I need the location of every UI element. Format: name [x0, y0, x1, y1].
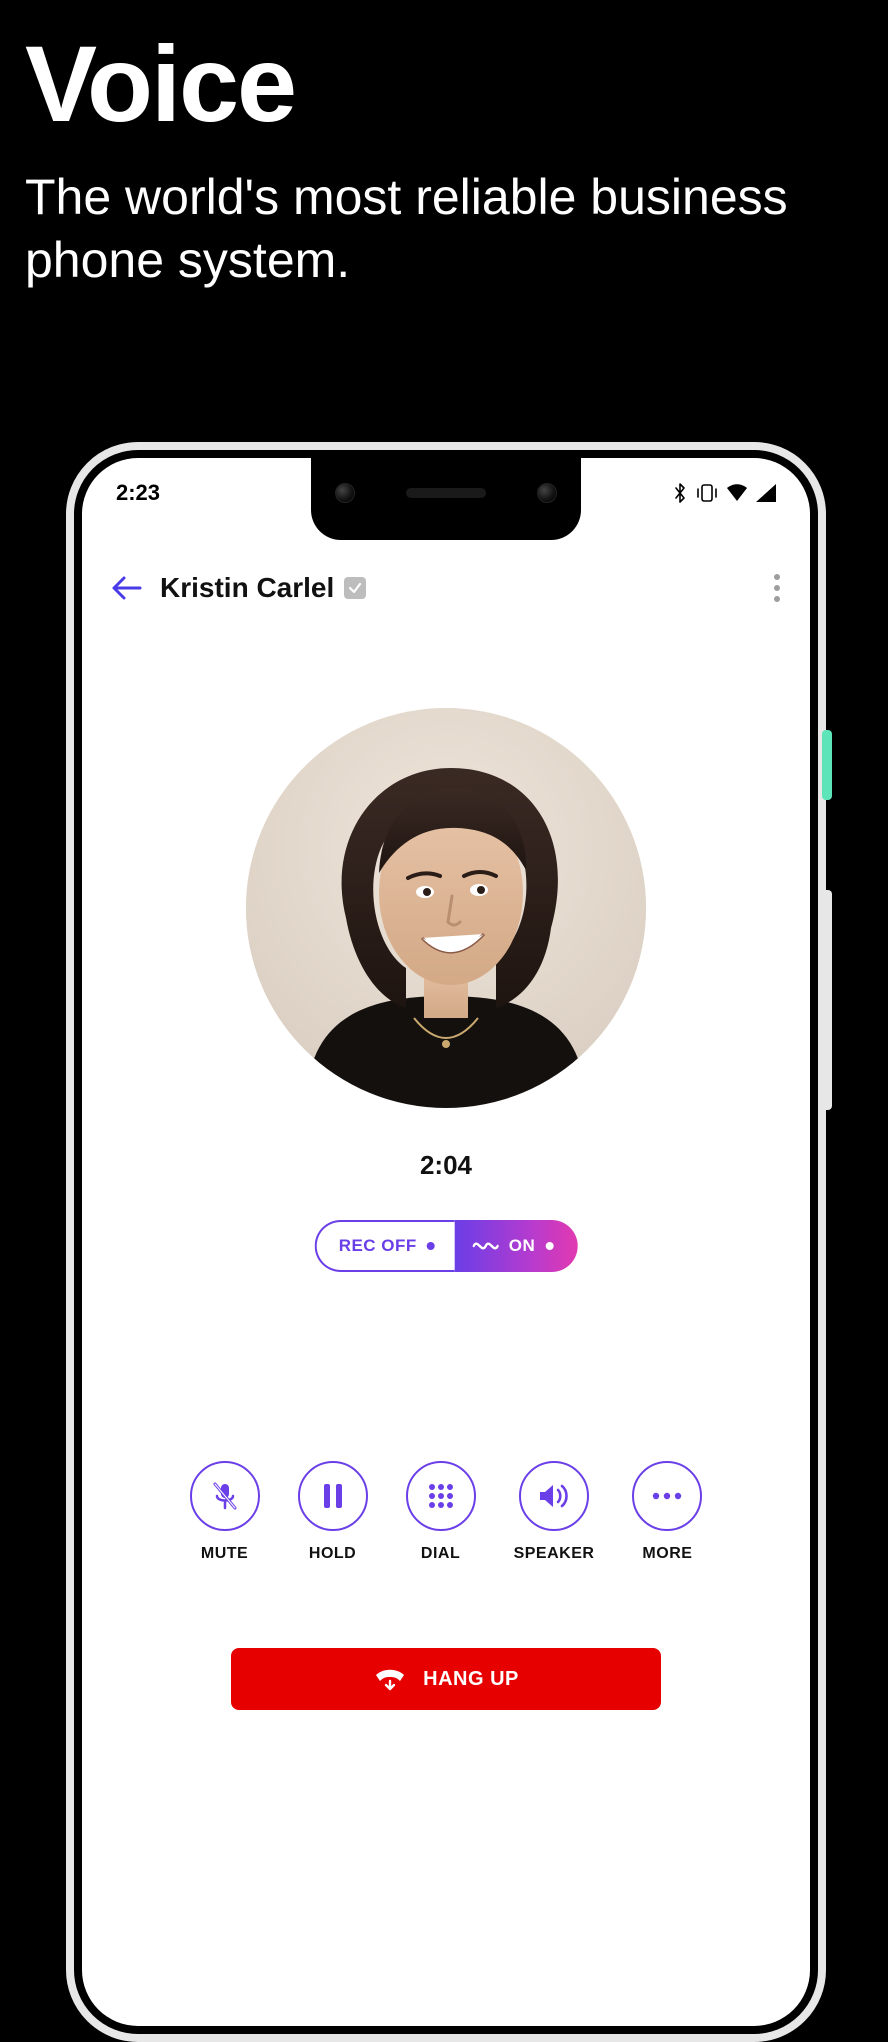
phone-screen: 2:23 — [82, 458, 810, 2026]
speaker-label: SPEAKER — [514, 1545, 595, 1563]
status-time: 2:23 — [116, 480, 160, 505]
promo-title: Voice — [25, 30, 888, 138]
side-volume-button — [822, 890, 832, 1110]
dialpad-icon — [426, 1481, 456, 1511]
mute-icon — [209, 1480, 241, 1512]
vibrate-icon — [696, 483, 718, 503]
on-label: ON — [509, 1236, 536, 1256]
verified-checkbox-icon — [344, 577, 366, 599]
side-accent-button — [822, 730, 832, 800]
phone-frame: 2:23 — [66, 442, 826, 2042]
more-button[interactable]: MORE — [632, 1461, 702, 1563]
rec-off-label: REC OFF — [339, 1236, 417, 1256]
speaker-button[interactable]: SPEAKER — [514, 1461, 595, 1563]
dot-icon — [427, 1242, 435, 1250]
promo-subtitle: The world's most reliable business phone… — [25, 166, 888, 291]
dot-icon — [545, 1242, 553, 1250]
contact-name: Kristin Carlel — [160, 572, 334, 604]
back-button[interactable] — [112, 576, 142, 600]
signal-icon — [756, 484, 776, 502]
vi-on-toggle[interactable]: ON — [455, 1220, 578, 1272]
status-bar: 2:23 — [82, 458, 810, 528]
rec-off-toggle[interactable]: REC OFF — [315, 1220, 455, 1272]
speaker-icon — [537, 1481, 571, 1511]
recording-toggle[interactable]: REC OFF ON — [315, 1220, 578, 1272]
more-horizontal-icon — [651, 1491, 683, 1501]
hangup-label: HANG UP — [423, 1668, 519, 1691]
call-header: Kristin Carlel — [82, 558, 810, 618]
overflow-menu-button[interactable] — [774, 574, 780, 602]
call-actions: MUTE HOLD — [82, 1461, 810, 1563]
pause-icon — [320, 1482, 346, 1510]
wave-icon — [473, 1236, 499, 1256]
hold-label: HOLD — [309, 1545, 356, 1563]
hold-button[interactable]: HOLD — [298, 1461, 368, 1563]
dial-button[interactable]: DIAL — [406, 1461, 476, 1563]
dial-label: DIAL — [421, 1545, 460, 1563]
mute-button[interactable]: MUTE — [190, 1461, 260, 1563]
contact-avatar — [246, 708, 646, 1108]
more-label: MORE — [642, 1545, 692, 1563]
call-duration: 2:04 — [82, 1150, 810, 1181]
hangup-button[interactable]: HANG UP — [231, 1648, 661, 1710]
hangup-icon — [373, 1665, 407, 1693]
wifi-icon — [726, 484, 748, 502]
bluetooth-icon — [672, 482, 688, 504]
mute-label: MUTE — [201, 1545, 248, 1563]
